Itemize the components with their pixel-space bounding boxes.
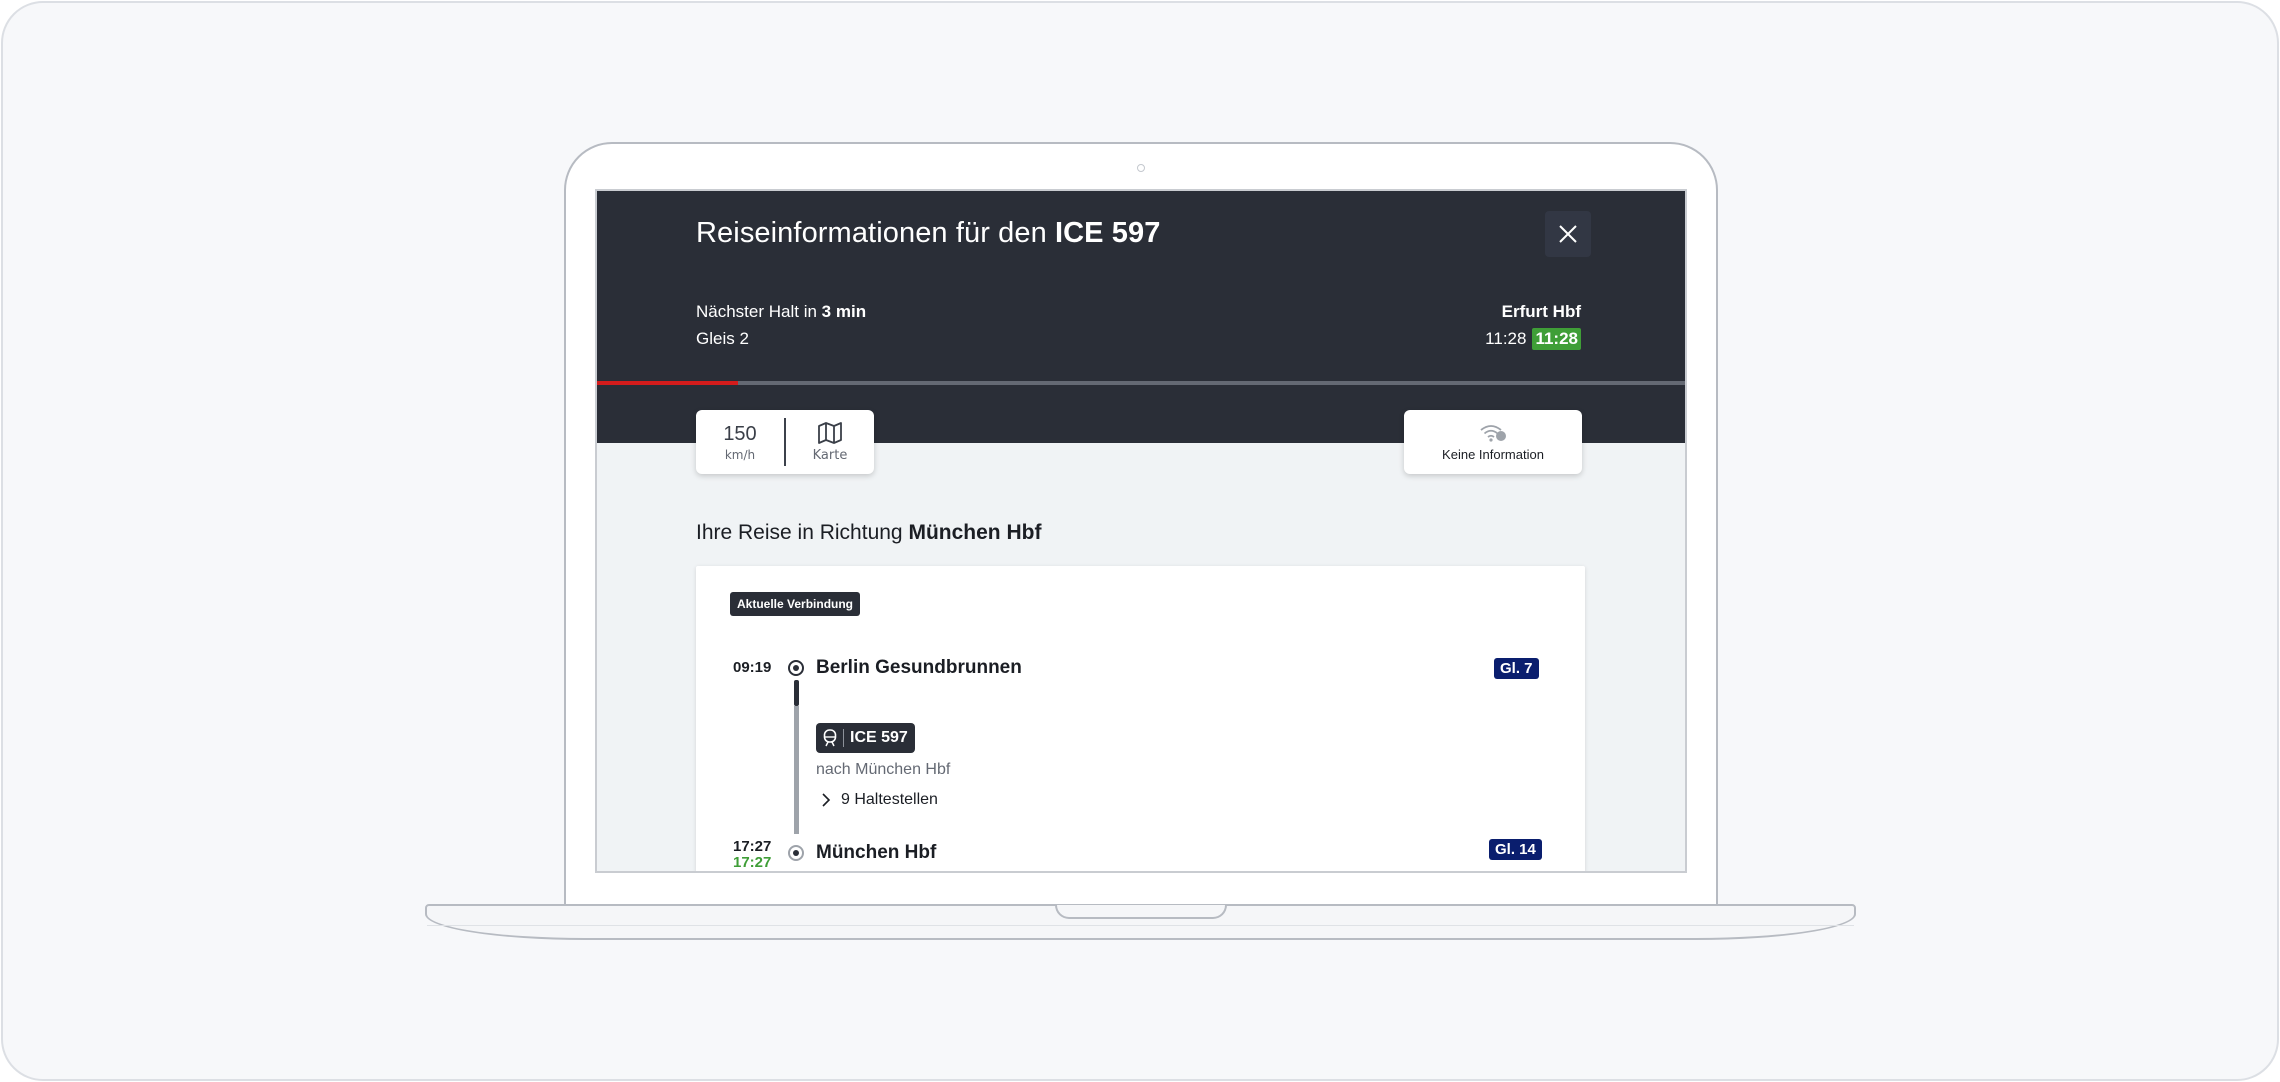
train-badge-divider	[843, 729, 844, 747]
wifi-status-button[interactable]: Keine Information	[1404, 410, 1582, 474]
journey-heading-prefix: Ihre Reise in Richtung	[696, 521, 903, 544]
intermediate-stops-label: 9 Haltestellen	[841, 791, 938, 808]
journey-destination: München Hbf	[908, 521, 1042, 544]
map-button[interactable]: Karte	[786, 410, 874, 474]
close-icon	[1559, 225, 1577, 243]
arrival-station: München Hbf	[816, 842, 937, 863]
screen: Reiseinformationen für den ICE 597 Nächs…	[595, 189, 1687, 873]
arrival-time: 17:27	[733, 838, 772, 855]
next-stop-prefix: Nächster Halt in	[696, 302, 817, 321]
trip-header: Reiseinformationen für den ICE 597 Nächs…	[597, 191, 1685, 443]
arrival-platform-badge: Gl. 14	[1489, 839, 1542, 860]
page-title: Reiseinformationen für den ICE 597	[696, 217, 1160, 250]
departure-time: 09:19	[733, 659, 772, 676]
title-train: ICE 597	[1054, 217, 1161, 249]
speed-map-widget: 150 km/h Karte	[696, 410, 874, 474]
departure-stop-icon	[788, 660, 804, 676]
scheduled-time: 11:28	[1485, 329, 1527, 348]
next-stop-time: 3 min	[821, 302, 867, 321]
wifi-icon	[1480, 424, 1506, 442]
journey-progress-bar	[597, 381, 1685, 385]
train-name: ICE 597	[850, 729, 908, 746]
route-line-travelled	[794, 680, 799, 706]
train-badge: ICE 597	[816, 723, 915, 753]
chevron-right-icon	[822, 793, 831, 807]
next-station: Erfurt Hbf	[1501, 302, 1581, 321]
camera-icon	[1137, 164, 1145, 172]
intermediate-stops-toggle[interactable]: 9 Haltestellen	[821, 791, 938, 809]
journey-heading: Ihre Reise in Richtung München Hbf	[696, 521, 1041, 545]
next-station-times: 11:28 11:28	[1485, 328, 1581, 350]
arrival-times: 17:27 17:27	[733, 839, 771, 871]
speed-unit: km/h	[724, 447, 756, 462]
train-icon	[823, 729, 837, 747]
realtime-time-badge: 11:28	[1532, 328, 1581, 350]
close-button[interactable]	[1545, 211, 1591, 257]
wifi-label: Keine Information	[1442, 446, 1544, 462]
route-line-remaining	[794, 706, 799, 834]
departure-station: Berlin Gesundbrunnen	[816, 657, 1022, 678]
speed-value: 150	[723, 422, 757, 445]
arrival-stop-icon	[788, 845, 804, 861]
laptop-notch	[1055, 905, 1227, 919]
platform-label: Gleis 2	[696, 329, 749, 348]
map-label: Karte	[812, 447, 848, 463]
title-prefix: Reiseinformationen für den	[696, 217, 1047, 249]
connection-card: Aktuelle Verbindung 09:19 Berlin Gesundb…	[696, 566, 1585, 871]
departure-platform-badge: Gl. 7	[1494, 658, 1539, 679]
current-connection-tag: Aktuelle Verbindung	[730, 592, 861, 616]
map-icon	[818, 421, 842, 444]
train-direction: nach München Hbf	[816, 761, 951, 778]
next-stop-info: Nächster Halt in 3 min	[696, 302, 866, 322]
laptop-base-line	[427, 925, 1854, 926]
journey-progress-fill	[597, 381, 739, 385]
speed-display: 150 km/h	[696, 410, 784, 474]
arrival-realtime: 17:27	[733, 854, 772, 871]
